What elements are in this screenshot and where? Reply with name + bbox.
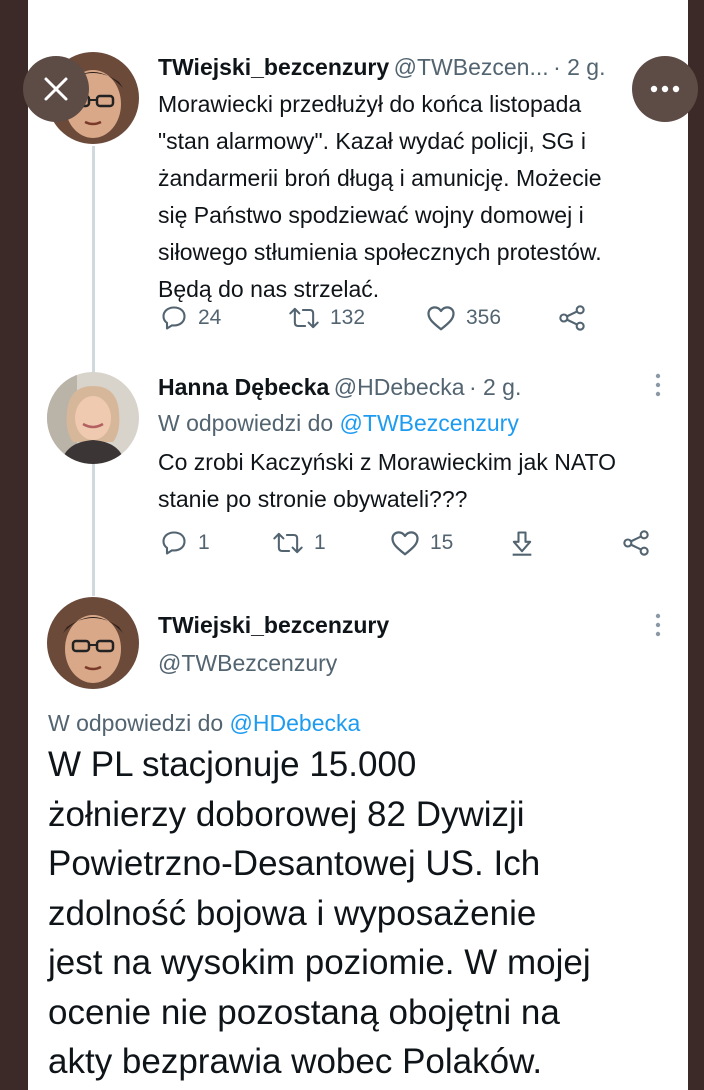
tweet2-author-name[interactable]: Hanna Dębecka bbox=[158, 374, 329, 400]
tweet2-text: Co zrobi Kaczyński z Morawieckim jak NAT… bbox=[158, 444, 616, 518]
avatar-twiejski-main[interactable] bbox=[47, 597, 139, 689]
tweet1-author-name[interactable]: TWiejski_bezcenzury bbox=[158, 54, 389, 80]
text-line: zdolność bojowa i wyposażenie bbox=[48, 893, 537, 933]
comment-icon bbox=[162, 306, 186, 330]
tweet3-text: W PL stacjonuje 15.000 żołnierzy doborow… bbox=[48, 740, 668, 1087]
close-button[interactable] bbox=[23, 56, 89, 122]
close-icon bbox=[44, 77, 68, 101]
tweet1-like-button[interactable]: 356 bbox=[426, 304, 501, 332]
more-vertical-icon bbox=[655, 373, 661, 397]
text-line: Powietrzno-Desantowej US. Ich bbox=[48, 844, 541, 883]
more-vertical-icon bbox=[655, 613, 661, 637]
text-line: W PL stacjonuje 15.000 bbox=[48, 745, 417, 784]
retweet-count: 1 bbox=[314, 531, 326, 554]
more-horizontal-icon bbox=[650, 85, 680, 93]
comment-icon bbox=[162, 531, 186, 555]
reply-prefix: W odpowiedzi do bbox=[158, 410, 340, 436]
share-icon bbox=[623, 530, 649, 556]
tweet2-like-button[interactable]: 15 bbox=[390, 529, 453, 557]
retweet-icon bbox=[289, 307, 319, 329]
top-strip bbox=[0, 0, 704, 34]
text-line: akty bezprawia wobec Polaków. bbox=[48, 1042, 543, 1081]
tweet1-text: Morawiecki przedłużył do końca listopada… bbox=[158, 86, 602, 308]
reply-count: 24 bbox=[198, 306, 222, 329]
tweet2-share-button[interactable] bbox=[622, 529, 650, 557]
tweet2-download-button[interactable] bbox=[508, 529, 536, 557]
tweet3-more-button[interactable] bbox=[652, 612, 664, 643]
text-line: ocenie nie pozostaną obojętni na bbox=[48, 992, 560, 1032]
text-line: żandarmerii broń długą i amunicję. Możec… bbox=[158, 165, 602, 191]
tweet2-timestamp[interactable]: · 2 g. bbox=[469, 374, 521, 400]
reply-handle-link[interactable]: @TWBezcenzury bbox=[340, 410, 519, 436]
like-count: 15 bbox=[430, 531, 454, 554]
like-count: 356 bbox=[466, 306, 502, 329]
avatar-hanna[interactable] bbox=[47, 372, 139, 464]
tweet2-more-button[interactable] bbox=[652, 372, 664, 403]
retweet-icon bbox=[273, 532, 303, 554]
tweet1-retweet-button[interactable]: 132 bbox=[288, 304, 365, 332]
text-line: stanie po stronie obywateli??? bbox=[158, 486, 468, 512]
tweet1-reply-button[interactable]: 24 bbox=[160, 304, 221, 332]
tweet1-header: TWiejski_bezcenzury @TWBezcen... · 2 g. bbox=[158, 54, 606, 81]
left-frame bbox=[0, 0, 28, 1090]
text-line: Co zrobi Kaczyński z Morawieckim jak NAT… bbox=[158, 449, 616, 475]
tweet3-author-handle[interactable]: @TWBezcenzury bbox=[158, 650, 337, 677]
reply-handle-link[interactable]: @HDebecka bbox=[230, 710, 361, 736]
tweet2-retweet-button[interactable]: 1 bbox=[272, 529, 326, 557]
tweet2-reply-button[interactable]: 1 bbox=[160, 529, 210, 557]
tweet1-share-button[interactable] bbox=[558, 304, 586, 332]
reply-count: 1 bbox=[198, 531, 210, 554]
tweet2-reply-context: W odpowiedzi do @TWBezcenzury bbox=[158, 410, 519, 437]
heart-icon bbox=[427, 306, 455, 331]
tweet1-author-handle[interactable]: @TWBezcen... bbox=[394, 54, 549, 80]
download-icon bbox=[512, 531, 532, 556]
tweet2-header: Hanna Dębecka @HDebecka · 2 g. bbox=[158, 374, 521, 401]
thread-connector bbox=[92, 146, 95, 596]
text-line: siłowego stłumienia społecznych protestó… bbox=[158, 239, 602, 265]
text-line: "stan alarmowy". Kazał wydać policji, SG… bbox=[158, 128, 586, 154]
heart-icon bbox=[391, 531, 419, 556]
retweet-count: 132 bbox=[330, 306, 366, 329]
text-line: się Państwo spodziewać wojny domowej i bbox=[158, 202, 584, 228]
tweet2-author-handle[interactable]: @HDebecka bbox=[334, 374, 465, 400]
right-frame bbox=[688, 0, 704, 1090]
text-line: Morawiecki przedłużył do końca listopada bbox=[158, 91, 582, 117]
more-options-button[interactable] bbox=[632, 56, 698, 122]
text-line: jest na wysokim poziomie. W mojej bbox=[48, 943, 591, 982]
tweet3-author-name[interactable]: TWiejski_bezcenzury bbox=[158, 612, 389, 639]
text-line: Będą do nas strzelać. bbox=[158, 276, 380, 302]
text-line: żołnierzy doborowej 82 Dywizji bbox=[48, 794, 525, 834]
reply-prefix: W odpowiedzi do bbox=[48, 710, 230, 736]
tweet1-timestamp[interactable]: · 2 g. bbox=[553, 54, 605, 80]
tweet3-reply-context: W odpowiedzi do @HDebecka bbox=[48, 710, 360, 737]
share-icon bbox=[559, 305, 585, 331]
